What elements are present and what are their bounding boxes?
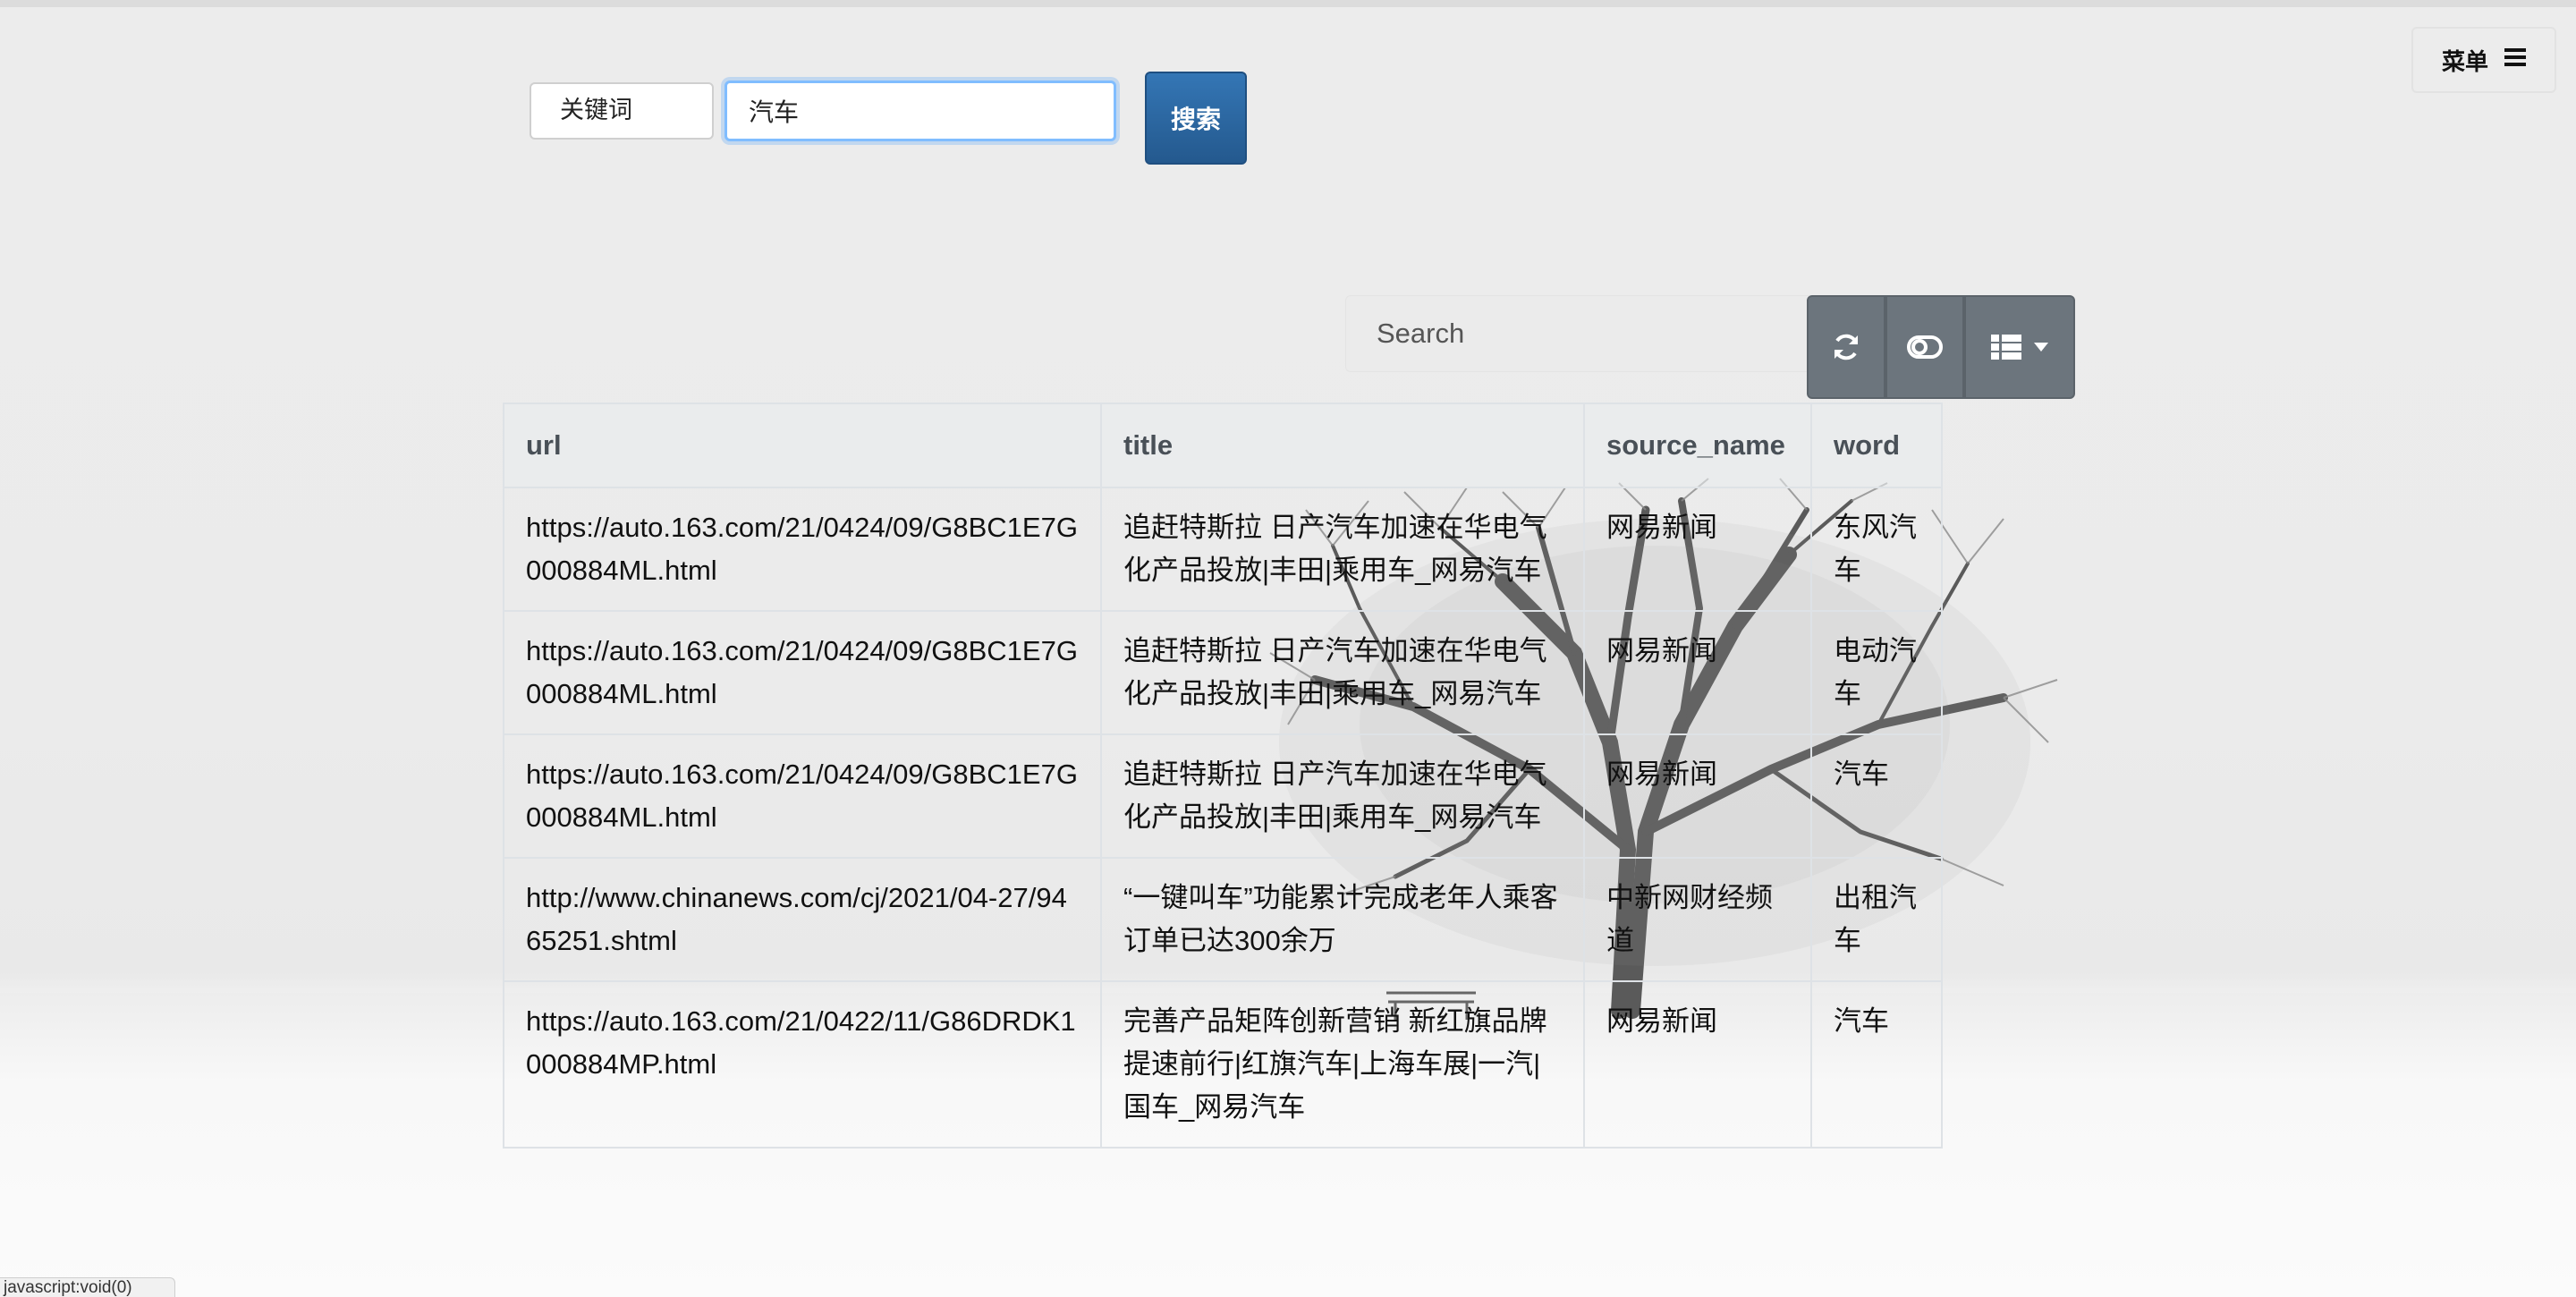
top-strip	[0, 0, 2576, 7]
table-row: https://auto.163.com/21/0422/11/G86DRDK1…	[503, 980, 1943, 1149]
table-row: https://auto.163.com/21/0424/09/G8BC1E7G…	[503, 733, 1943, 859]
table-search-input[interactable]	[1345, 295, 1810, 372]
cell-url: http://www.chinanews.com/cj/2021/04-27/9…	[503, 857, 1102, 982]
hamburger-icon	[2504, 47, 2526, 73]
cell-word: 电动汽车	[1810, 610, 1943, 735]
cell-source-name: 中新网财经频道	[1583, 857, 1812, 982]
cell-title: 追赶特斯拉 日产汽车加速在华电气化产品投放|丰田|乘用车_网易汽车	[1100, 487, 1585, 612]
columns-dropdown-button[interactable]	[1964, 295, 2075, 399]
search-button[interactable]: 搜索	[1145, 72, 1247, 165]
column-header-url[interactable]: url	[503, 403, 1102, 488]
cell-source-name: 网易新闻	[1583, 733, 1812, 859]
toggle-view-icon	[1907, 335, 1943, 359]
column-header-word[interactable]: word	[1810, 403, 1943, 488]
cell-source-name: 网易新闻	[1583, 610, 1812, 735]
keyword-search-input[interactable]	[724, 81, 1116, 141]
cell-title: “一键叫车”功能累计完成老年人乘客订单已达300余万	[1100, 857, 1585, 982]
caret-down-icon	[2034, 343, 2048, 352]
cell-url: https://auto.163.com/21/0424/09/G8BC1E7G…	[503, 733, 1102, 859]
cell-source-name: 网易新闻	[1583, 487, 1812, 612]
browser-status-bar: javascript:void(0)	[0, 1277, 175, 1297]
cell-title: 完善产品矩阵创新营销 新红旗品牌提速前行|红旗汽车|上海车展|一汽|国车_网易汽…	[1100, 980, 1585, 1149]
cell-source-name: 网易新闻	[1583, 980, 1812, 1149]
cell-url: https://auto.163.com/21/0422/11/G86DRDK1…	[503, 980, 1102, 1149]
cell-word: 汽车	[1810, 980, 1943, 1149]
cell-title: 追赶特斯拉 日产汽车加速在华电气化产品投放|丰田|乘用车_网易汽车	[1100, 610, 1585, 735]
cell-word: 汽车	[1810, 733, 1943, 859]
cell-title: 追赶特斯拉 日产汽车加速在华电气化产品投放|丰田|乘用车_网易汽车	[1100, 733, 1585, 859]
cell-word: 东风汽车	[1810, 487, 1943, 612]
cell-url: https://auto.163.com/21/0424/09/G8BC1E7G…	[503, 610, 1102, 735]
table-row: https://auto.163.com/21/0424/09/G8BC1E7G…	[503, 610, 1943, 735]
columns-list-icon	[1991, 335, 2021, 360]
refresh-button[interactable]	[1807, 295, 1885, 399]
column-header-source-name[interactable]: source_name	[1583, 403, 1812, 488]
table-row: http://www.chinanews.com/cj/2021/04-27/9…	[503, 857, 1943, 982]
menu-button[interactable]: 菜单	[2411, 27, 2556, 93]
table-row: https://auto.163.com/21/0424/09/G8BC1E7G…	[503, 487, 1943, 612]
search-field-select[interactable]: 关键词	[530, 82, 714, 140]
menu-label: 菜单	[2441, 48, 2488, 76]
column-header-title[interactable]: title	[1100, 403, 1585, 488]
cell-url: https://auto.163.com/21/0424/09/G8BC1E7G…	[503, 487, 1102, 612]
table-header-row: url title source_name word	[503, 403, 1943, 488]
refresh-icon	[1835, 334, 1858, 360]
cell-word: 出租汽车	[1810, 857, 1943, 982]
toggle-view-button[interactable]	[1885, 295, 1964, 399]
results-table: url title source_name word https://auto.…	[503, 403, 1943, 1149]
table-toolbar	[1807, 295, 2075, 399]
